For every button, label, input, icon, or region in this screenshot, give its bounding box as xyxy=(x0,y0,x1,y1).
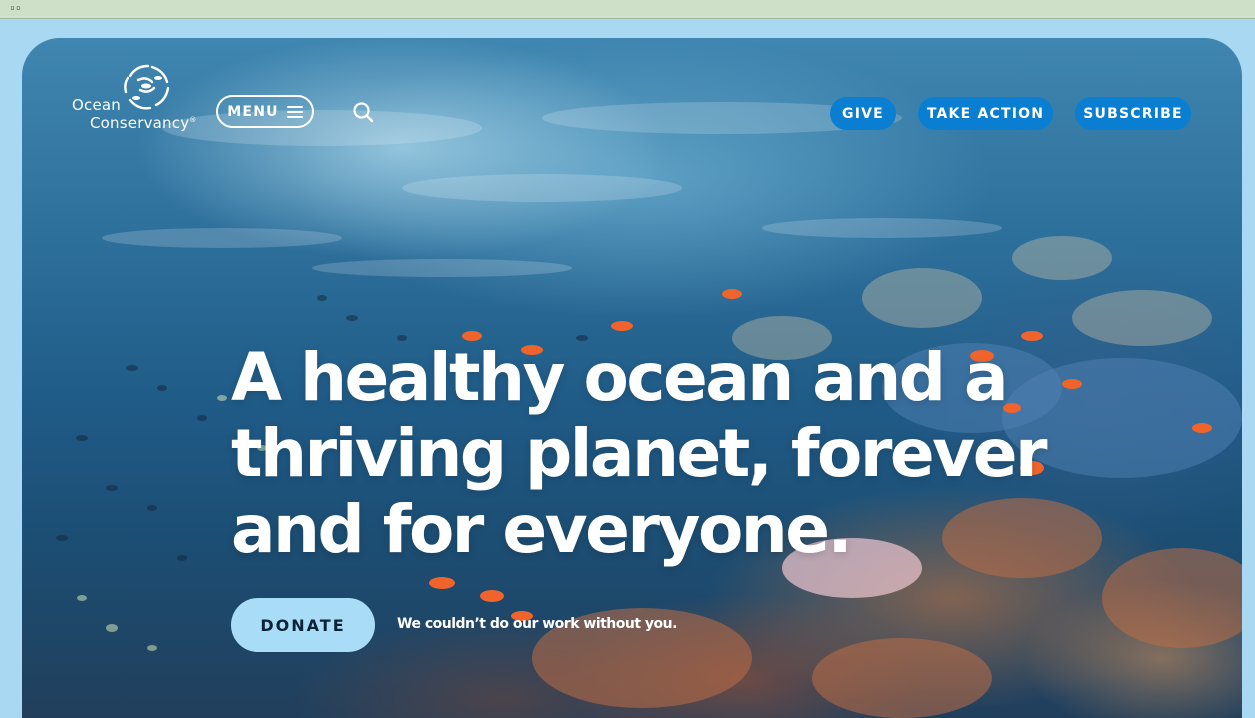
window-control-icon[interactable]: ▫▫ xyxy=(10,3,22,12)
fish-circle-logo-icon xyxy=(124,64,170,110)
hero-headline: A healthy ocean and a thriving planet, f… xyxy=(231,340,1051,568)
browser-toolbar: ▫▫ xyxy=(0,0,1255,19)
trademark-symbol: ® xyxy=(189,116,197,124)
search-icon[interactable] xyxy=(352,101,374,123)
headline-line-3: and for everyone. xyxy=(231,491,853,568)
take-action-button[interactable]: TAKE ACTION xyxy=(918,97,1053,130)
donate-note-text: We couldn’t do our work without you. xyxy=(397,616,677,632)
give-button[interactable]: GIVE xyxy=(830,97,896,130)
hamburger-icon xyxy=(286,105,303,118)
site-logo[interactable]: Ocean Conservancy® xyxy=(72,62,202,132)
donate-button[interactable]: DONATE xyxy=(231,598,375,652)
hero-section: Ocean Conservancy® MENU GIVE TAKE ACTION… xyxy=(22,38,1242,718)
logo-text-ocean: Ocean xyxy=(72,96,121,114)
menu-button[interactable]: MENU xyxy=(216,95,314,128)
menu-button-label: MENU xyxy=(227,103,279,120)
logo-text-conservancy-word: Conservancy xyxy=(90,114,190,132)
subscribe-button[interactable]: SUBSCRIBE xyxy=(1075,97,1191,130)
headline-line-2: thriving planet, forever xyxy=(231,415,1048,492)
logo-text-conservancy: Conservancy® xyxy=(90,114,196,132)
headline-line-1: A healthy ocean and a xyxy=(231,339,1009,416)
